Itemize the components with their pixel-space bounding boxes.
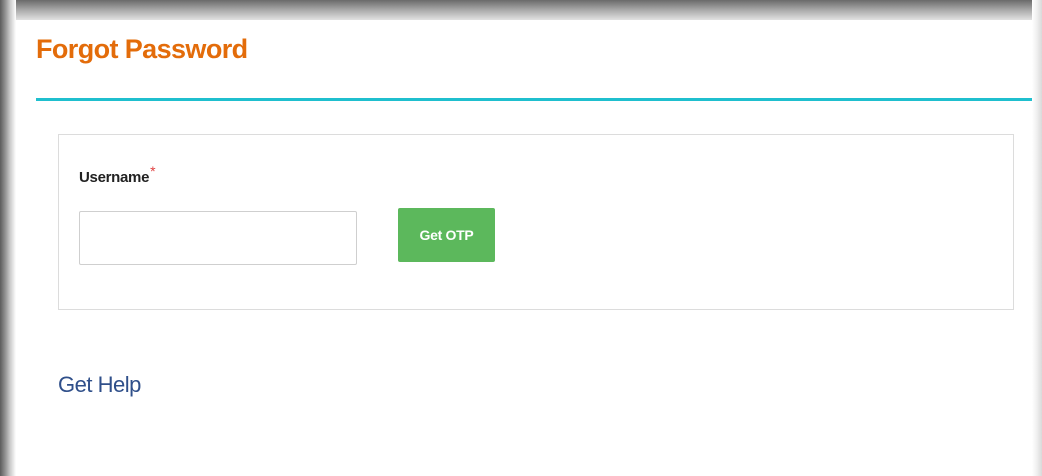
window-shadow-right (1032, 0, 1042, 476)
get-help-link[interactable]: Get Help (58, 372, 141, 398)
window-shadow-left (0, 0, 16, 476)
title-divider (36, 98, 1032, 101)
forgot-password-panel: Forgot Password Username* Get OTP Get He… (16, 20, 1032, 476)
username-label: Username* (79, 163, 156, 186)
username-label-text: Username (79, 169, 150, 186)
required-asterisk: * (150, 163, 156, 179)
username-input[interactable] (79, 211, 357, 265)
forgot-password-form: Username* Get OTP (58, 134, 1014, 310)
page-title: Forgot Password (36, 34, 248, 64)
window-frame: Forgot Password Username* Get OTP Get He… (0, 0, 1042, 476)
get-otp-button[interactable]: Get OTP (398, 208, 495, 262)
